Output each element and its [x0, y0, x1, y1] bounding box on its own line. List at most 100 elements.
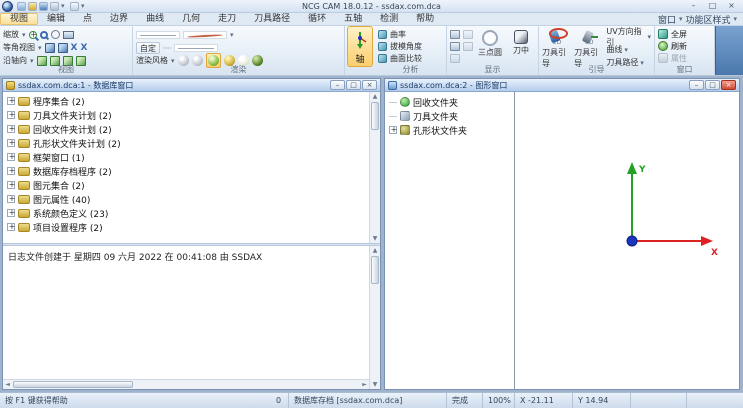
plain-swatch[interactable] — [174, 44, 218, 52]
tree-scrollbar[interactable]: ▲ ▼ — [369, 92, 380, 243]
line-width-swatch[interactable] — [163, 47, 171, 49]
gfx-restore-button[interactable]: □ — [705, 80, 720, 90]
scroll-thumb[interactable] — [13, 381, 133, 388]
surface-compare-button[interactable]: 曲面比较 — [378, 52, 443, 64]
lock-icon[interactable] — [28, 2, 37, 11]
expand-icon[interactable] — [7, 181, 15, 189]
scroll-down-icon[interactable]: ▼ — [370, 234, 380, 243]
minimize-button[interactable]: – — [684, 1, 703, 12]
expand-icon[interactable] — [389, 126, 397, 134]
scroll-thumb[interactable] — [371, 102, 379, 130]
tab-inspect[interactable]: 检测 — [371, 13, 407, 25]
graphics-canvas[interactable]: Y X — [515, 92, 739, 389]
tab-toolpath[interactable]: 刀具路径 — [245, 13, 299, 25]
db-close-button[interactable]: × — [362, 80, 377, 90]
axis-view-neg-icon[interactable] — [76, 56, 86, 66]
gfx-close-button[interactable]: × — [721, 80, 736, 90]
save-icon[interactable] — [39, 2, 48, 11]
scroll-left-icon[interactable]: ◄ — [3, 380, 12, 389]
app-logo-icon[interactable] — [2, 1, 13, 12]
scroll-up-icon[interactable]: ▲ — [370, 92, 380, 101]
tab-edit[interactable]: 编辑 — [38, 13, 74, 25]
redraw-icon[interactable] — [63, 31, 74, 39]
tab-fiveaxis[interactable]: 五轴 — [335, 13, 371, 25]
axis-view-x-icon[interactable] — [37, 56, 47, 66]
log-h-scrollbar[interactable]: ◄ ► — [3, 379, 369, 389]
window-menu-arrow-icon[interactable]: ▾ — [679, 15, 683, 23]
tab-boundary[interactable]: 边界 — [101, 13, 137, 25]
ribbon-style-menu[interactable]: 功能区样式 — [685, 13, 730, 26]
expand-icon[interactable] — [7, 209, 15, 217]
fit-view-icon[interactable]: X — [71, 43, 78, 53]
show-holes-icon[interactable] — [463, 42, 473, 51]
tree-item-recycle-folder[interactable]: 回收文件夹 — [389, 95, 513, 109]
iso-view-1-icon[interactable] — [45, 43, 55, 53]
render-style-dropdown[interactable]: 渲染风格 — [136, 55, 168, 66]
line-style-swatch[interactable] — [136, 31, 180, 39]
iso-view-arrow-icon[interactable]: ▾ — [38, 44, 42, 52]
three-point-circle-button[interactable]: 三点圆 — [476, 28, 504, 69]
draft-angle-button[interactable]: 拔模角度 — [378, 40, 443, 52]
textured-render-icon[interactable] — [252, 55, 263, 66]
tab-passes[interactable]: 走刀 — [209, 13, 245, 25]
render-style-arrow-icon[interactable]: ▾ — [171, 57, 175, 65]
tab-geometry[interactable]: 几何 — [173, 13, 209, 25]
maximize-button[interactable]: □ — [703, 1, 722, 12]
material-swatch[interactable] — [183, 31, 227, 39]
tab-point[interactable]: 点 — [74, 13, 101, 25]
graphics-window-titlebar[interactable]: ssdax.com.dca:2 - 图形窗口 – □ × — [385, 79, 739, 92]
tool-guide-2d-button[interactable]: 2D 刀具引导 — [542, 28, 572, 69]
uv-direction-guide-dropdown[interactable]: UV方向指引 ▾ — [606, 31, 651, 42]
curvature-button[interactable]: 曲率 — [378, 28, 443, 40]
custom-button[interactable]: 自定 — [136, 42, 160, 54]
zoom-dropdown-arrow-icon[interactable]: ▾ — [22, 31, 26, 39]
print-dropdown-icon[interactable]: ▾ — [61, 2, 68, 11]
refresh-button[interactable]: 刷新 — [658, 40, 711, 52]
properties-button[interactable]: 属性 — [658, 52, 711, 64]
iso-view-2-icon[interactable] — [58, 43, 68, 53]
hidden-line-render-icon[interactable] — [192, 55, 203, 66]
tree-item-entity-properties[interactable]: 图元属性 (40) — [7, 192, 369, 206]
axis-view-z-icon[interactable] — [63, 56, 73, 66]
show-edges-icon[interactable] — [450, 42, 460, 51]
tree-item-hole-folder[interactable]: 孔形状文件夹 — [389, 123, 513, 137]
print-icon[interactable] — [50, 2, 59, 11]
tree-item-system-color-defs[interactable]: 系统颜色定义 (23) — [7, 206, 369, 220]
expand-icon[interactable] — [7, 125, 15, 133]
tree-item-program-collection[interactable]: 程序集合 (2) — [7, 94, 369, 108]
quick-access-more-icon[interactable]: ▾ — [81, 2, 88, 11]
wireframe-render-icon[interactable] — [178, 55, 189, 66]
scroll-down-icon[interactable]: ▼ — [370, 380, 380, 389]
gfx-minimize-button[interactable]: – — [689, 80, 704, 90]
tree-item-hole-folder-plan[interactable]: 孔形状文件夹计划 (2) — [7, 136, 369, 150]
tree-item-frame-window[interactable]: 框架窗口 (1) — [7, 150, 369, 164]
window-menu[interactable]: 窗口 — [658, 13, 676, 26]
expand-icon[interactable] — [7, 153, 15, 161]
swatch-dropdown-arrow-icon[interactable]: ▾ — [230, 31, 234, 39]
expand-icon[interactable] — [7, 111, 15, 119]
tree-item-tool-folder[interactable]: 刀具文件夹 — [389, 109, 513, 123]
fit-all-icon[interactable]: X — [80, 43, 87, 53]
edit-icon[interactable] — [17, 2, 26, 11]
tree-item-entity-collection[interactable]: 图元集合 (2) — [7, 178, 369, 192]
tab-view[interactable]: 视图 — [0, 13, 38, 25]
axis-toggle-button[interactable]: 轴 — [347, 26, 373, 67]
workbook-icon[interactable] — [70, 2, 79, 11]
along-axis-arrow-icon[interactable]: ▾ — [30, 57, 34, 65]
tab-cycle[interactable]: 循环 — [299, 13, 335, 25]
fullscreen-button[interactable]: 全屏 — [658, 28, 711, 40]
expand-icon[interactable] — [7, 223, 15, 231]
log-scrollbar[interactable]: ▲ ▼ — [369, 246, 380, 389]
tree-item-recycle-folder-plan[interactable]: 回收文件夹计划 (2) — [7, 122, 369, 136]
tree-item-project-settings[interactable]: 项目设置程序 (2) — [7, 220, 369, 234]
expand-icon[interactable] — [7, 167, 15, 175]
expand-icon[interactable] — [7, 139, 15, 147]
scroll-thumb[interactable] — [371, 256, 379, 284]
along-axis-dropdown[interactable]: 沿轴向 — [3, 55, 27, 66]
show-surfaces-icon[interactable] — [450, 30, 460, 39]
show-normals-icon[interactable] — [463, 30, 473, 39]
ribbon-style-arrow-icon[interactable]: ▾ — [733, 15, 737, 23]
scroll-up-icon[interactable]: ▲ — [370, 246, 380, 255]
curve-guide-dropdown[interactable]: 曲线 ▾ — [606, 44, 651, 55]
database-window-titlebar[interactable]: ssdax.com.dca:1 - 数据库窗口 – □ × — [3, 79, 380, 92]
